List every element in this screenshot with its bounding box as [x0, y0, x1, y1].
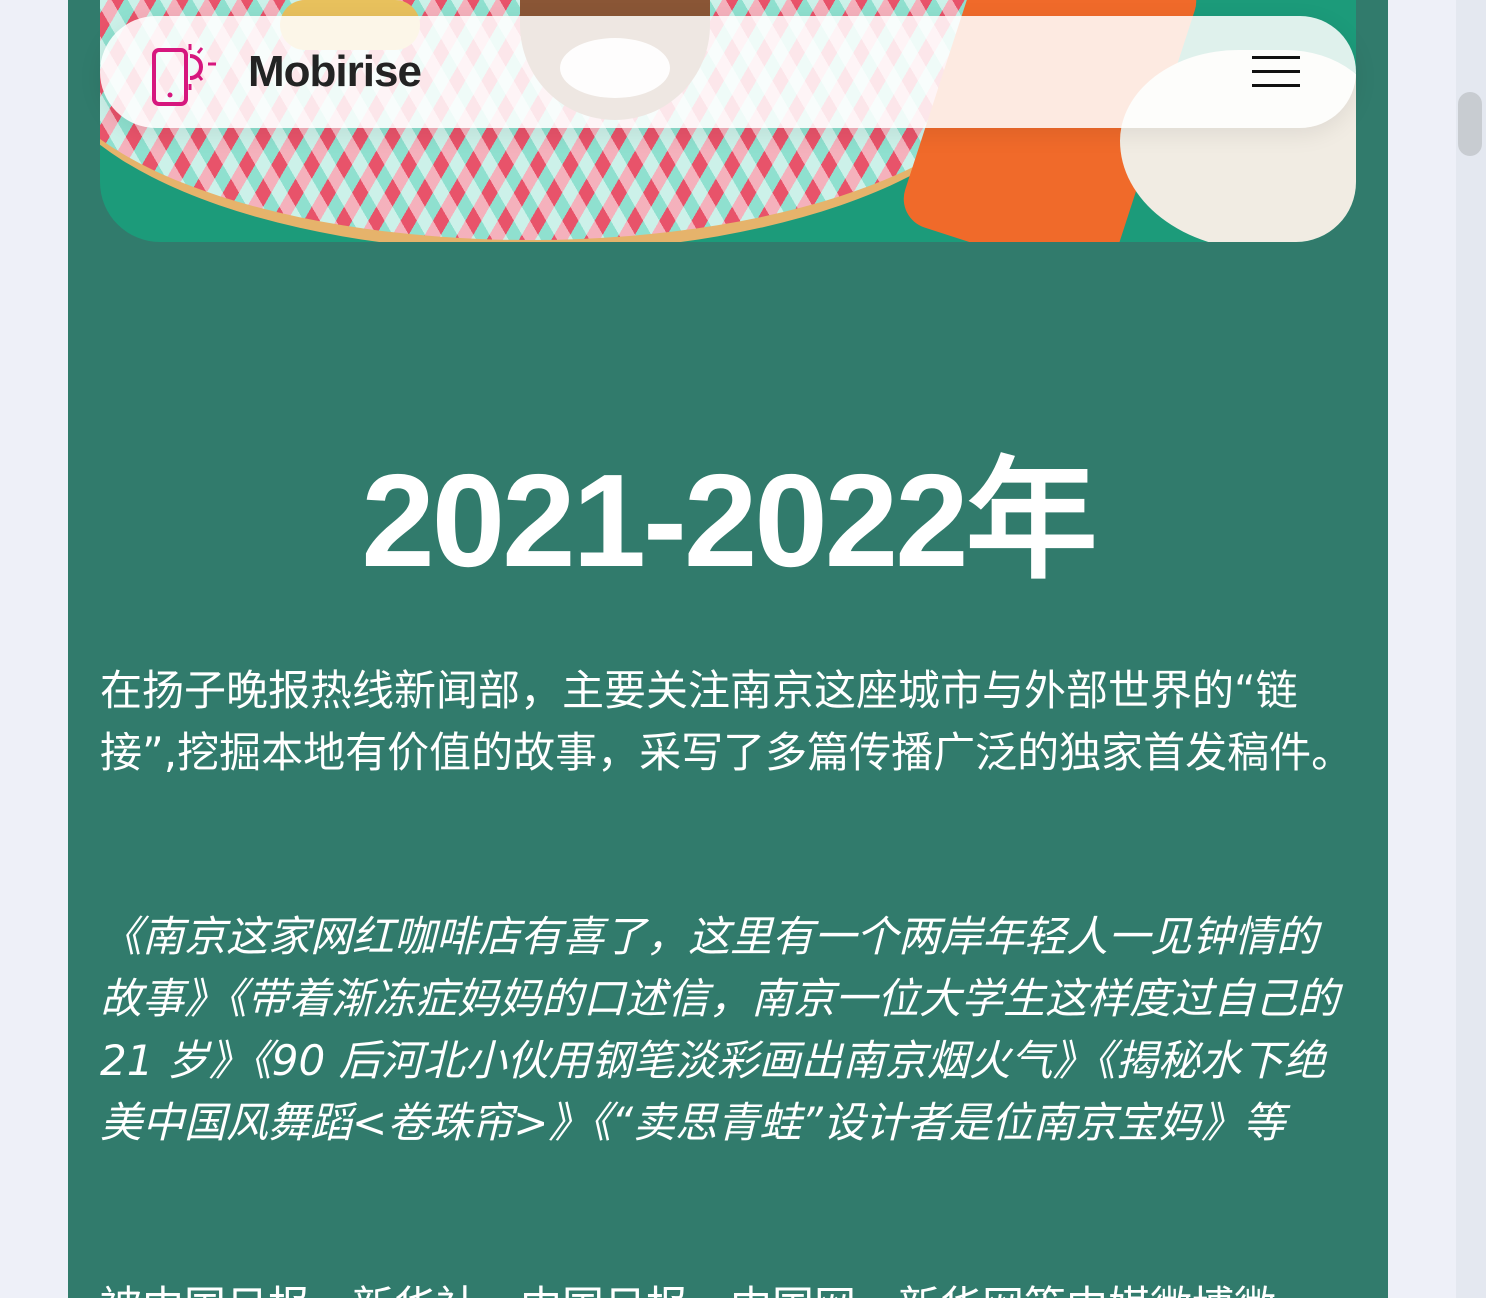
- vertical-scrollbar[interactable]: [1456, 0, 1486, 1298]
- articles-paragraph: 《南京这家网红咖啡店有喜了，这里有一个两岸年轻人一见钟情的故事》《带着渐冻症妈妈…: [100, 912, 1340, 1147]
- menu-line: [1252, 70, 1300, 73]
- scrollbar-thumb[interactable]: [1458, 92, 1482, 156]
- content-section: Mobirise 2021-2022年 在扬子晚报热线新闻部，主要关注南京这座城…: [68, 0, 1388, 1298]
- navbar: Mobirise: [100, 16, 1356, 128]
- menu-line: [1252, 56, 1300, 59]
- brand-name[interactable]: Mobirise: [248, 46, 422, 98]
- phone-sun-icon[interactable]: [150, 42, 220, 106]
- section-title: 2021-2022年: [361, 447, 1097, 594]
- menu-line: [1252, 84, 1300, 87]
- media-paragraph: 被中国日报、新华社、中国日报、中国网、新华网等中媒微博微: [100, 1276, 1356, 1298]
- hamburger-menu-icon[interactable]: [1252, 56, 1300, 88]
- intro-paragraph: 在扬子晚报热线新闻部，主要关注南京这座城市与外部世界的“链接”,挖掘本地有价值的…: [100, 666, 1354, 777]
